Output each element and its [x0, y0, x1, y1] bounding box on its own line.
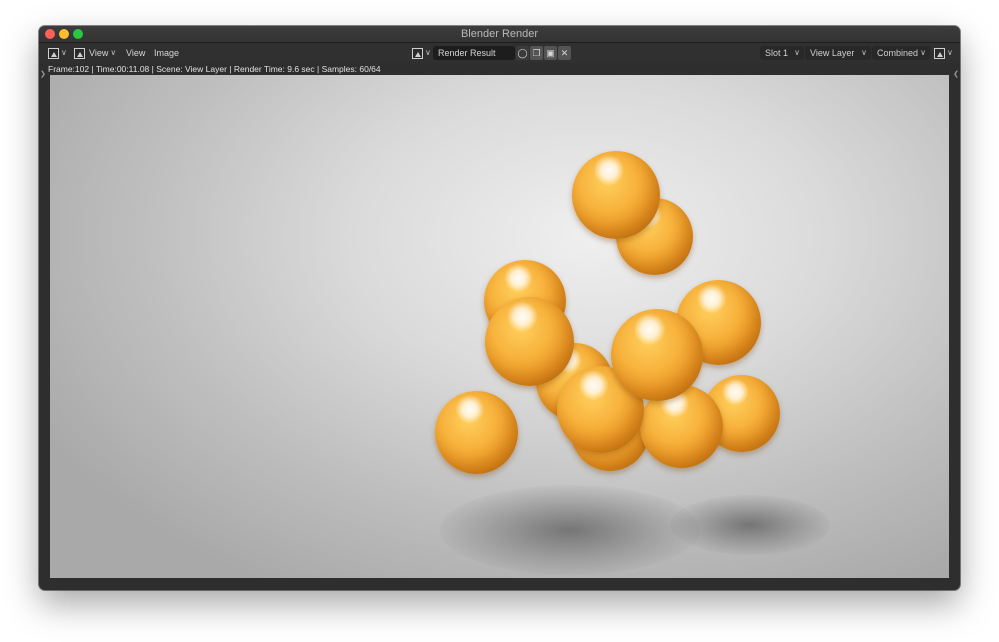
chevron-down-icon: ∨	[861, 48, 867, 57]
chevron-down-icon: ∨	[425, 48, 431, 57]
view-mode-icon	[74, 47, 85, 59]
render-pass-label: Combined	[877, 48, 919, 58]
left-region-toggle-icon[interactable]: ❯	[40, 70, 46, 78]
blender-render-window: Blender Render ∨ View ∨ View Image ∨ Ren…	[39, 26, 960, 590]
render-pass-dropdown[interactable]: Combined ∨	[872, 46, 930, 60]
view-mode-label: View	[89, 48, 109, 58]
menu-view[interactable]: View	[126, 46, 145, 60]
close-icon[interactable]: ✕	[558, 46, 571, 60]
image-browse-button[interactable]: ∨	[412, 46, 431, 60]
display-channels-button[interactable]: ∨	[934, 46, 953, 60]
render-viewport[interactable]	[50, 75, 949, 578]
title-bar: Blender Render	[39, 26, 960, 43]
display-channels-icon	[934, 47, 945, 59]
image-editor-header: ∨ View ∨ View Image ∨ Render Result ◯ ❐ …	[39, 43, 960, 63]
fake-user-shield-icon[interactable]: ◯	[516, 46, 529, 60]
sphere-shadow	[670, 495, 830, 555]
image-editor-icon	[48, 47, 59, 59]
chevron-down-icon: ∨	[920, 48, 926, 57]
duplicate-image-icon[interactable]: ❐	[530, 46, 543, 60]
orange-sphere	[611, 309, 703, 401]
view-layer-dropdown[interactable]: View Layer ∨	[805, 46, 871, 60]
orange-sphere	[485, 297, 574, 386]
chevron-down-icon: ∨	[110, 48, 117, 57]
sphere-shadow	[440, 485, 700, 575]
image-name-field[interactable]: Render Result	[433, 46, 515, 60]
editor-type-button[interactable]: ∨	[48, 46, 67, 60]
chevron-down-icon: ∨	[947, 48, 953, 57]
open-folder-icon[interactable]: ▣	[544, 46, 557, 60]
slot-dropdown[interactable]: Slot 1 ∨	[760, 46, 804, 60]
slot-label: Slot 1	[765, 48, 789, 58]
chevron-down-icon: ∨	[61, 48, 67, 57]
window-title: Blender Render	[460, 28, 539, 40]
image-browse-icon	[412, 47, 423, 59]
render-status-text: Frame:102 | Time:00:11.08 | Scene: View …	[48, 64, 381, 74]
orange-sphere	[435, 391, 518, 474]
menu-image[interactable]: Image	[154, 46, 179, 60]
orange-sphere	[572, 151, 660, 239]
view-layer-label: View Layer	[810, 48, 855, 58]
right-region-toggle-icon[interactable]: ❮	[953, 70, 959, 78]
view-mode-dropdown[interactable]: View ∨	[74, 46, 116, 60]
chevron-down-icon: ∨	[794, 48, 800, 57]
